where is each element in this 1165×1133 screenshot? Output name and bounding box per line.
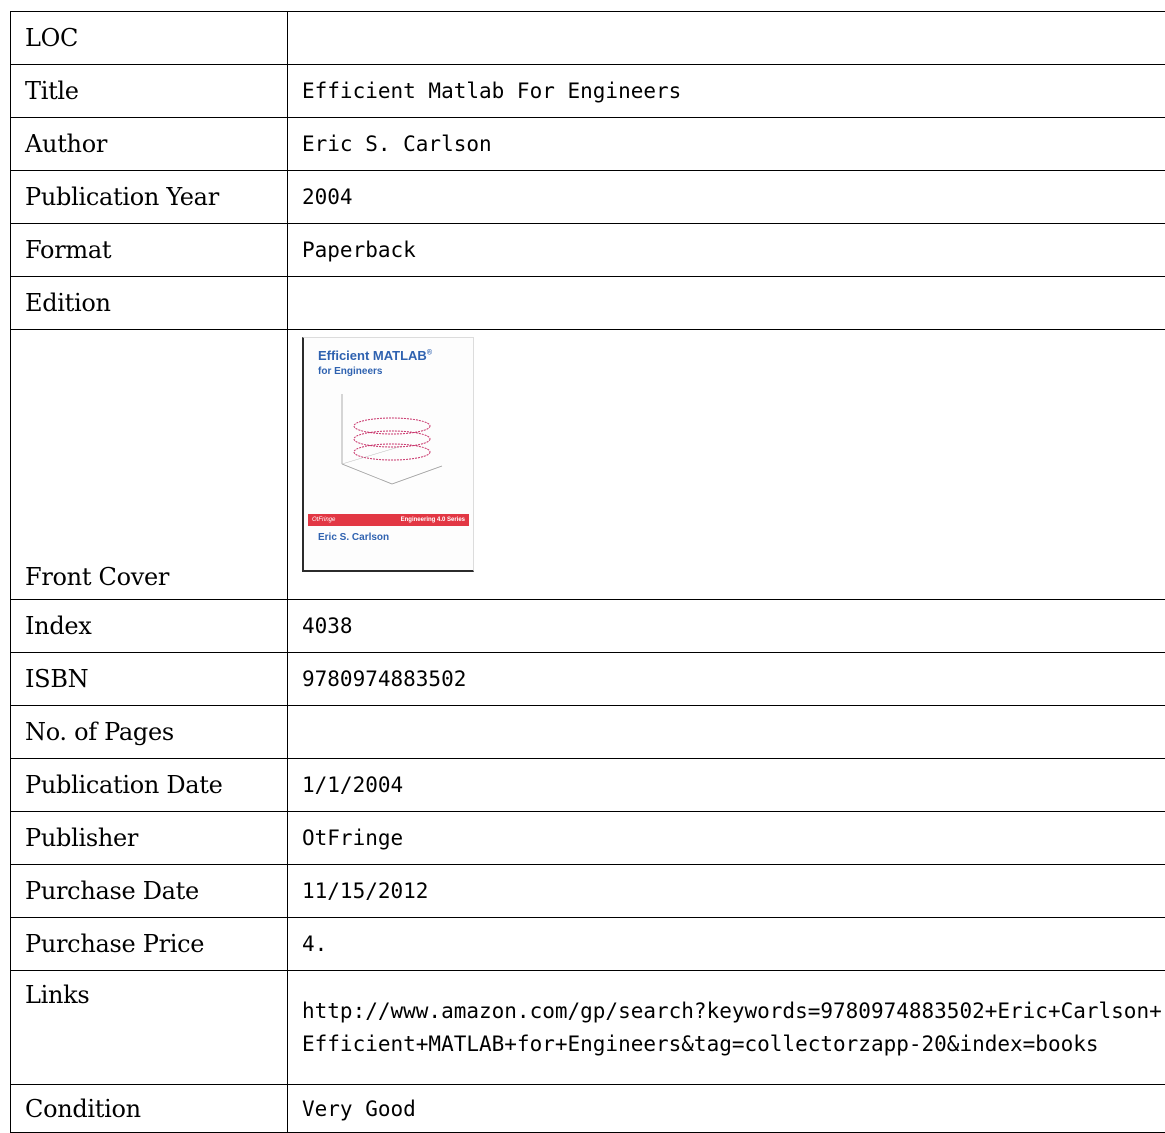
purchase-date-value: 11/15/2012 (288, 865, 1165, 918)
links-cell: http://www.amazon.com/gp/search?keywords… (288, 971, 1165, 1085)
front-cover-label: Front Cover (11, 330, 288, 600)
title-value: Efficient Matlab For Engineers (288, 65, 1165, 118)
purchase-price-value: 4. (288, 918, 1165, 971)
book-details-table: LOC Title Efficient Matlab For Engineers… (10, 11, 1165, 1133)
row-loc: LOC (11, 12, 1165, 65)
row-publisher: Publisher OtFringe (11, 812, 1165, 865)
row-title: Title Efficient Matlab For Engineers (11, 65, 1165, 118)
publication-date-label: Publication Date (11, 759, 288, 812)
row-edition: Edition (11, 277, 1165, 330)
row-isbn: ISBN 9780974883502 (11, 653, 1165, 706)
edition-value (288, 277, 1165, 330)
row-format: Format Paperback (11, 224, 1165, 277)
row-purchase-price: Purchase Price 4. (11, 918, 1165, 971)
cover-title: Efficient MATLAB® (318, 348, 432, 363)
author-label: Author (11, 118, 288, 171)
row-front-cover: Front Cover Efficient MATLAB® for Engine… (11, 330, 1165, 600)
publication-year-value: 2004 (288, 171, 1165, 224)
publisher-value: OtFringe (288, 812, 1165, 865)
no-of-pages-value (288, 706, 1165, 759)
format-label: Format (11, 224, 288, 277)
loc-label: LOC (11, 12, 288, 65)
row-author: Author Eric S. Carlson (11, 118, 1165, 171)
row-publication-date: Publication Date 1/1/2004 (11, 759, 1165, 812)
publication-year-label: Publication Year (11, 171, 288, 224)
no-of-pages-label: No. of Pages (11, 706, 288, 759)
links-label: Links (11, 971, 288, 1085)
isbn-label: ISBN (11, 653, 288, 706)
cover-series-band: OtFringe Engineering 4.0 Series (308, 514, 469, 526)
cover-helix-plot (332, 384, 452, 494)
loc-value (288, 12, 1165, 65)
cover-author: Eric S. Carlson (318, 532, 389, 543)
cover-subtitle: for Engineers (318, 366, 382, 377)
front-cover-cell: Efficient MATLAB® for Engineers OtFringe… (288, 330, 1165, 600)
row-links: Links http://www.amazon.com/gp/search?ke… (11, 971, 1165, 1085)
front-cover-image[interactable]: Efficient MATLAB® for Engineers OtFringe… (302, 337, 474, 572)
publication-date-value: 1/1/2004 (288, 759, 1165, 812)
purchase-price-label: Purchase Price (11, 918, 288, 971)
condition-value: Very Good (288, 1085, 1165, 1133)
row-no-of-pages: No. of Pages (11, 706, 1165, 759)
purchase-date-label: Purchase Date (11, 865, 288, 918)
row-purchase-date: Purchase Date 11/15/2012 (11, 865, 1165, 918)
format-value: Paperback (288, 224, 1165, 277)
edition-label: Edition (11, 277, 288, 330)
row-index: Index 4038 (11, 600, 1165, 653)
condition-label: Condition (11, 1085, 288, 1133)
index-value: 4038 (288, 600, 1165, 653)
row-condition: Condition Very Good (11, 1085, 1165, 1133)
row-publication-year: Publication Year 2004 (11, 171, 1165, 224)
isbn-value: 9780974883502 (288, 653, 1165, 706)
index-label: Index (11, 600, 288, 653)
amazon-link[interactable]: http://www.amazon.com/gp/search?keywords… (302, 999, 1162, 1056)
author-value: Eric S. Carlson (288, 118, 1165, 171)
publisher-label: Publisher (11, 812, 288, 865)
title-label: Title (11, 65, 288, 118)
